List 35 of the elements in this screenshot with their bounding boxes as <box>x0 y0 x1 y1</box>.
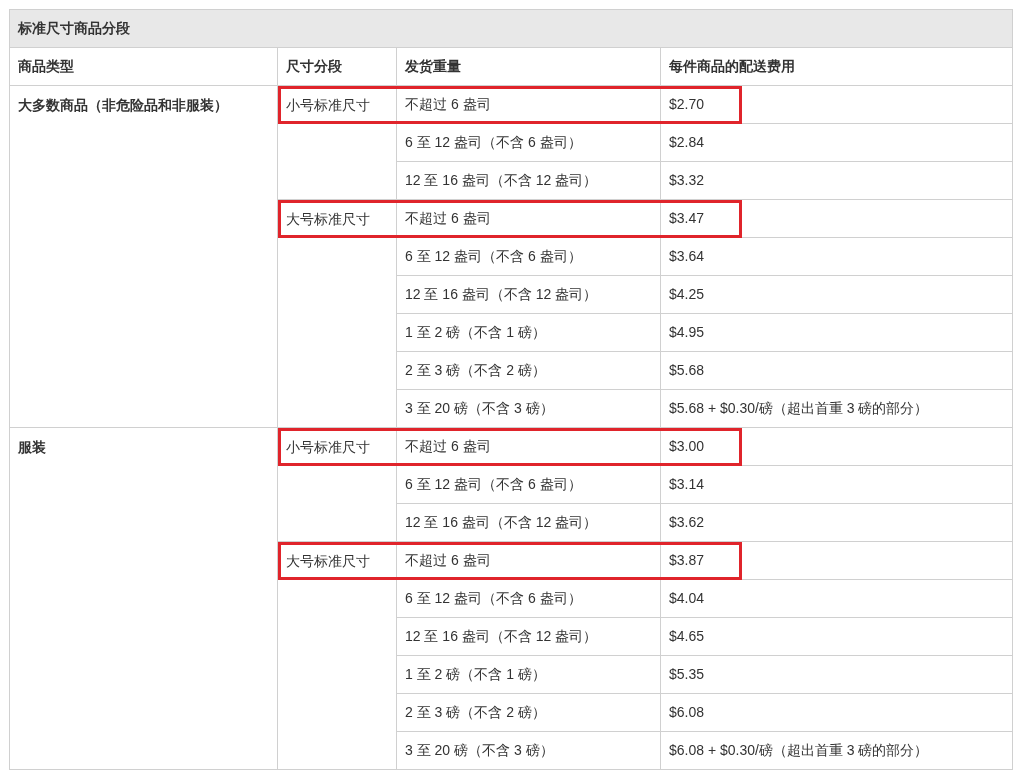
table-cell: 12 至 16 盎司（不含 12 盎司） <box>396 503 661 542</box>
table-cell: 6 至 12 盎司（不含 6 盎司） <box>396 123 661 162</box>
table-cell: 3 至 20 磅（不含 3 磅） <box>396 731 661 770</box>
table-cell: $5.35 <box>660 655 1013 694</box>
table-cell: 12 至 16 盎司（不含 12 盎司） <box>396 275 661 314</box>
table-cell: 2 至 3 磅（不含 2 磅） <box>396 351 661 390</box>
table-cell: $3.14 <box>660 465 1013 504</box>
table-cell: 大多数商品（非危险品和非服装） <box>9 85 278 428</box>
column-header: 发货重量 <box>396 47 661 86</box>
column-header: 商品类型 <box>9 47 278 86</box>
table-cell: $4.04 <box>660 579 1013 618</box>
table-cell: 6 至 12 盎司（不含 6 盎司） <box>396 237 661 276</box>
table-cell: $5.68 + $0.30/磅（超出首重 3 磅的部分） <box>660 389 1013 428</box>
column-header: 每件商品的配送费用 <box>660 47 1013 86</box>
table-cell: 服装 <box>9 427 278 770</box>
table-cell: $2.84 <box>660 123 1013 162</box>
table-cell: $4.25 <box>660 275 1013 314</box>
table-cell: 1 至 2 磅（不含 1 磅） <box>396 655 661 694</box>
table-cell: 3 至 20 磅（不含 3 磅） <box>396 389 661 428</box>
table-cell: 6 至 12 盎司（不含 6 盎司） <box>396 465 661 504</box>
table-title: 标准尺寸商品分段 <box>9 9 1013 48</box>
table-cell: $3.62 <box>660 503 1013 542</box>
table-cell: $4.65 <box>660 617 1013 656</box>
table-cell: $4.95 <box>660 313 1013 352</box>
column-header: 尺寸分段 <box>277 47 397 86</box>
table-cell: $5.68 <box>660 351 1013 390</box>
table-cell: $6.08 <box>660 693 1013 732</box>
table-cell: 12 至 16 盎司（不含 12 盎司） <box>396 617 661 656</box>
table-cell: 6 至 12 盎司（不含 6 盎司） <box>396 579 661 618</box>
table-cell: 12 至 16 盎司（不含 12 盎司） <box>396 161 661 200</box>
table-cell: 1 至 2 磅（不含 1 磅） <box>396 313 661 352</box>
table-cell: $3.64 <box>660 237 1013 276</box>
table-cell: $3.32 <box>660 161 1013 200</box>
table-cell: 2 至 3 磅（不含 2 磅） <box>396 693 661 732</box>
table-cell: $6.08 + $0.30/磅（超出首重 3 磅的部分） <box>660 731 1013 770</box>
